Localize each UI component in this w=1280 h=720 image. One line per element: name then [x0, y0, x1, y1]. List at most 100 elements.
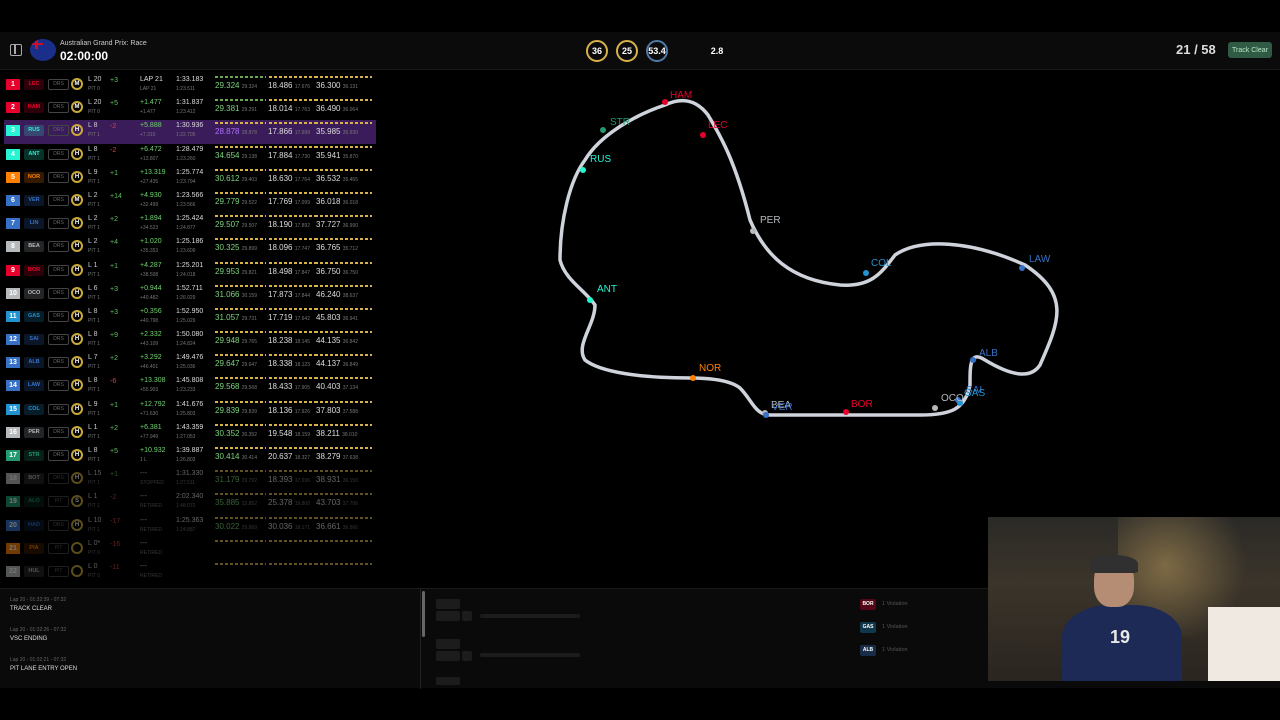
- mini-sectors-3: [315, 284, 372, 287]
- drs-indicator: DRS: [48, 426, 69, 438]
- sector-3: 35.985 35.930: [316, 127, 358, 137]
- mini-sectors-1: [215, 516, 266, 519]
- sector-1: 35.885 32.852: [215, 498, 257, 508]
- timing-row[interactable]: 14 LAW DRS H L 8 PIT 1 -6 +13.308 +55.903 1:45.80…: [4, 375, 376, 398]
- mini-sectors-1: [215, 191, 266, 194]
- sector-3: 36.532 35.465: [316, 173, 358, 183]
- car-marker-col[interactable]: [863, 270, 869, 276]
- car-marker-lec[interactable]: [700, 132, 706, 138]
- sector-2: 18.136 17.926: [268, 405, 310, 415]
- timing-row[interactable]: 4 ANT DRS H L 8 PIT 1 -2 +6.472 +13.807 1:28.479 1…: [4, 144, 376, 167]
- mini-sectors-2: [269, 331, 315, 334]
- mini-sectors-1: [215, 238, 266, 241]
- timing-row[interactable]: 17 STR DRS H L 8 PIT 1 +5 +10.932 1 L 1:39.887 1:2…: [4, 445, 376, 468]
- mini-sectors-3: [315, 493, 372, 496]
- timing-row[interactable]: 13 ALB DRS H L 7 PIT 1 +2 +3.292 +46.401 1:49.476…: [4, 352, 376, 375]
- penalty-text: 1 Violation: [882, 624, 908, 630]
- gap-to-leader: +7.310: [140, 132, 156, 139]
- timing-row[interactable]: 9 BOR DRS H L 1 PIT 1 +1 +4.287 +38.508 1:25.201 1…: [4, 260, 376, 283]
- car-label: VER: [772, 402, 793, 413]
- positions-gained: -2: [110, 146, 117, 154]
- sector-2: 17.873 17.844: [268, 289, 310, 299]
- pit-count: PIT 1: [88, 433, 100, 440]
- mini-sectors-2: [269, 122, 315, 125]
- timing-row[interactable]: 18 BOT DRS H L 15 PIT 1 +1 --- STOPPED 1:31.330 1:…: [4, 468, 376, 491]
- timing-row[interactable]: 5 NOR DRS H L 9 PIT 1 +1 +13.319 +27.435 1:25.774…: [4, 167, 376, 190]
- interval: +10.932: [140, 447, 166, 454]
- positions-gained: +1: [110, 401, 118, 409]
- car-marker-per[interactable]: [750, 228, 756, 234]
- car-marker-str[interactable]: [600, 127, 606, 133]
- timing-row[interactable]: 15 COL DRS H L 9 PIT 1 +1 +12.792 +71.630 1:41.67…: [4, 399, 376, 422]
- timing-row[interactable]: 12 SAI DRS H L 8 PIT 1 +9 +2.332 +43.109 1:50.080…: [4, 329, 376, 352]
- car-marker-ant[interactable]: [587, 297, 593, 303]
- tyre-compound-icon: H: [71, 425, 83, 438]
- tyre-compound-icon: H: [71, 147, 83, 160]
- sector-1: 28.878 28.878: [215, 127, 257, 137]
- timing-row[interactable]: 7 LIN DRS H L 2 PIT 1 +2 +1.894 +34.523 1:25.424 1…: [4, 213, 376, 236]
- car-marker-oco[interactable]: [932, 405, 938, 411]
- position-badge: 10: [6, 287, 20, 299]
- race-control-message: TRACK CLEAR: [10, 606, 53, 612]
- drs-indicator: DRS: [48, 310, 69, 322]
- driver-code: BOR: [860, 599, 876, 610]
- sector-2: 25.378 19.800: [268, 498, 310, 508]
- positions-gained: -11: [110, 563, 120, 571]
- sector-2: 17.866 17.699: [268, 127, 310, 137]
- timing-row[interactable]: 8 BEA DRS H L 2 PIT 1 +4 +1.020 +35.353 1:25.186 1…: [4, 236, 376, 259]
- gap-to-leader: STOPPED: [140, 480, 164, 487]
- positions-gained: +9: [110, 332, 118, 340]
- tyre-compound-icon: S: [71, 495, 83, 508]
- mini-sectors-1: [215, 470, 266, 473]
- tyre-lap: L 8: [88, 145, 98, 153]
- tyre-lap: L 10: [88, 516, 102, 524]
- interval: +0.944: [140, 284, 162, 292]
- position-badge: 2: [6, 102, 20, 114]
- timing-row[interactable]: 20 HAD DRS H L 10 PIT 1 -17 --- RETIRED 1:25.363 1…: [4, 515, 376, 538]
- mini-sectors-3: [315, 377, 372, 380]
- last-lap: 1:31.330: [176, 470, 204, 478]
- timing-row[interactable]: 1 LEC DRS M L 20 PIT 0 +3 LAP 21 LAP 21 1:33.183 1…: [4, 74, 376, 97]
- timing-row[interactable]: 22 HUL PIT L 0 PIT 0 -11 --- RETIRED: [4, 561, 376, 584]
- timing-row[interactable]: 11 GAS DRS H L 8 PIT 1 +3 +0.356 +40.798 1:52.950…: [4, 306, 376, 329]
- sector-3: 43.703 37.706: [316, 498, 358, 508]
- car-marker-ver[interactable]: [763, 412, 769, 418]
- car-marker-rus[interactable]: [580, 167, 586, 173]
- best-lap: 1:25.803: [176, 410, 196, 417]
- sector-1: 30.352 30.352: [215, 428, 257, 438]
- sector-1: 31.057 29.731: [215, 312, 257, 322]
- best-lap: 1:23.412: [176, 109, 196, 116]
- timing-row[interactable]: 6 VER DRS M L 2 PIT 1 +14 +4.930 +32.499 1:23.566…: [4, 190, 376, 213]
- sector-1: 30.325 29.899: [215, 243, 257, 253]
- race-control-scrollbar[interactable]: [420, 589, 426, 689]
- positions-gained: +2: [110, 424, 118, 432]
- jersey-number: 19: [1110, 627, 1131, 647]
- timing-row[interactable]: 10 OCO DRS H L 6 PIT 1 +3 +0.944 +40.482 1:52.711…: [4, 283, 376, 306]
- car-marker-bor[interactable]: [843, 409, 849, 415]
- timing-row[interactable]: 16 PER DRS H L 1 PIT 1 +2 +6.381 +77.949 1:43.359…: [4, 422, 376, 445]
- sidebar-toggle-icon[interactable]: [10, 44, 22, 56]
- timing-row[interactable]: 21 PIA PIT L 0* PIT 0 -16 --- RETIRED: [4, 538, 376, 561]
- last-lap: 1:28.479: [176, 145, 204, 153]
- interval: +5.888: [140, 122, 162, 130]
- car-marker-law[interactable]: [1019, 265, 1025, 271]
- last-lap: 1:23.566: [176, 191, 204, 199]
- timing-row[interactable]: 2 HAM DRS M L 20 PIT 0 +5 +1.477 +1.477 1:31.837 1…: [4, 97, 376, 120]
- mini-sectors-1: [215, 493, 266, 496]
- drs-indicator: PIT: [48, 565, 69, 577]
- last-lap: 1:25.201: [176, 261, 204, 269]
- car-marker-ham[interactable]: [662, 99, 668, 105]
- car-marker-alb[interactable]: [970, 357, 976, 363]
- timing-row[interactable]: 3 RUS DRS H L 8 PIT 1 -2 +5.888 +7.310 1:30.936 1:…: [4, 120, 376, 144]
- last-lap: 1:50.080: [176, 331, 204, 339]
- sector-2: 18.014 17.763: [268, 104, 310, 114]
- race-control-message: VSC ENDING: [10, 636, 48, 642]
- car-label: COL: [871, 258, 892, 269]
- interval: +1.477: [140, 99, 162, 107]
- penalty-text: 1 Violation: [882, 647, 908, 653]
- best-lap: 1:24.824: [176, 341, 196, 348]
- best-lap: 1:25.036: [176, 364, 196, 371]
- car-marker-nor[interactable]: [690, 375, 696, 381]
- timing-row[interactable]: 19 ALO PIT S L 1 PIT 1 -2 --- RETIRED 2:02.340 1:4…: [4, 491, 376, 514]
- drs-indicator: DRS: [48, 380, 69, 392]
